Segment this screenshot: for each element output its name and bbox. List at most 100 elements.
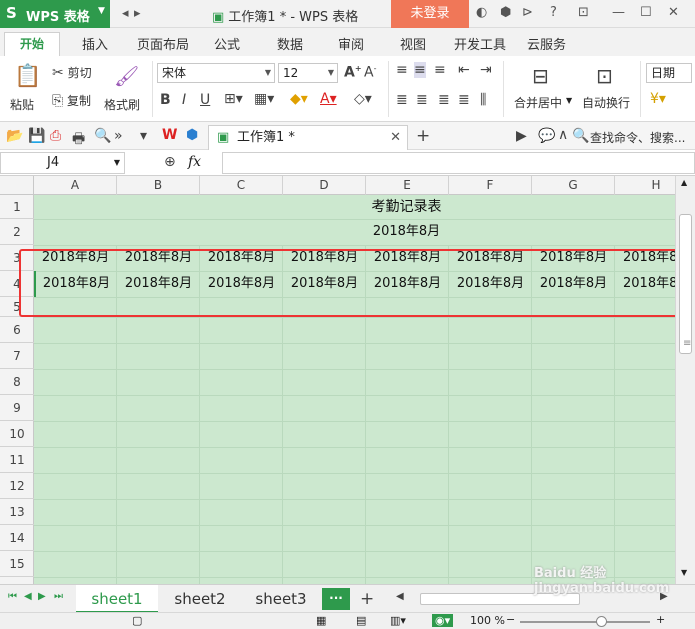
scroll-up-icon[interactable]: ▲ [681,178,687,187]
align-left-icon[interactable]: ≣ [396,92,408,108]
row-header[interactable]: 13 [0,499,34,525]
prev-sheet-icon[interactable]: ◀ [24,591,32,602]
date-cell[interactable]: 2018年8月 [283,271,366,297]
sheet-tab-2[interactable]: sheet2 [160,585,240,613]
column-header[interactable]: B [117,176,200,195]
close-icon[interactable]: ✕ [668,5,679,20]
date-cell[interactable]: 2018年8月 [200,245,283,271]
help-icon[interactable]: ? [550,5,557,20]
export-pdf-icon[interactable]: ⎙ [50,128,61,144]
tab-insert[interactable]: 插入 [82,34,108,53]
underline-icon[interactable]: U [200,92,210,108]
collapse-ribbon-icon[interactable]: ∧ [558,127,568,143]
cut-button[interactable]: ✂ 剪切 [52,64,92,81]
wps-menu-button[interactable]: S WPS 表格 ▼ [0,0,110,28]
open-folder-icon[interactable]: 📂 [6,128,23,144]
date-cell[interactable]: 2018年8月 [200,271,283,297]
row-header[interactable]: 12 [0,473,34,499]
distributed-icon[interactable]: ⫼ [480,92,486,108]
fill-pattern-icon[interactable]: ▦▾ [254,91,274,107]
indent-decrease-icon[interactable]: ⇤ [458,62,470,78]
zoom-out-icon[interactable]: − [506,613,515,626]
align-middle-icon[interactable]: ≡ [414,62,426,78]
tab-home[interactable]: 开始 [4,32,60,56]
font-color-icon[interactable]: A▾ [320,91,337,107]
column-header[interactable]: G [532,176,615,195]
date-cell[interactable]: 2018年8月 [283,245,366,271]
normal-view-icon[interactable]: ▦ [316,614,326,627]
page-layout-view-icon[interactable]: ▤ [356,614,366,627]
row-header[interactable]: 2 [0,219,34,245]
zoom-level[interactable]: 100 % [470,614,505,627]
number-format-select[interactable]: 日期 [646,63,692,83]
font-size-select[interactable]: 12 ▼ [278,63,338,83]
row-header[interactable]: 10 [0,421,34,447]
column-header[interactable]: D [283,176,366,195]
row-header[interactable]: 1 [0,195,34,219]
shrink-font-icon[interactable]: A- [364,64,376,81]
align-bottom-icon[interactable]: ≡ [434,62,446,78]
skin-icon[interactable]: ◐ [476,5,487,20]
zoom-lens-icon[interactable]: ⊕ [164,154,176,170]
date-cell[interactable]: 2018年8月 [34,271,117,297]
last-sheet-icon[interactable]: ⏭ [54,591,63,602]
feedback-icon[interactable]: 💬 [538,128,555,144]
next-sheet-icon[interactable]: ▶ [38,591,46,602]
paste-button[interactable]: 📋 粘贴 [8,62,48,118]
tab-developer[interactable]: 开发工具 [454,34,506,53]
grow-font-icon[interactable]: A+ [344,64,362,81]
tab-data[interactable]: 数据 [277,34,303,53]
date-cell[interactable]: 2018年8 [615,271,675,297]
left-arrow-icon[interactable]: ◂ [122,6,129,21]
maximize-icon[interactable]: ☐ [640,5,652,20]
spreadsheet-grid[interactable]: A B C D E F G H 1 2 3 4 5 6 7 8 9 10 11 … [0,176,675,584]
more-sheets-button[interactable]: ··· [322,588,350,610]
close-tab-icon[interactable]: ✕ [390,126,401,149]
border-icon[interactable]: ⊞▾ [224,91,243,107]
column-header[interactable]: C [200,176,283,195]
justify-icon[interactable]: ≣ [458,92,470,108]
customize-dropdown-icon[interactable]: ▾ [140,128,147,144]
clear-format-icon[interactable]: ◇▾ [354,91,372,107]
date-cell[interactable]: 2018年8月 [366,271,449,297]
sheet-tab-1[interactable]: sheet1 [76,585,158,613]
row-header[interactable]: 11 [0,447,34,473]
date-cell[interactable]: 2018年8月 [366,245,449,271]
row-header[interactable]: 15 [0,551,34,577]
format-painter-button[interactable]: 🖌 格式刷 [104,62,148,118]
copy-button[interactable]: ⎘ 复制 [52,92,91,109]
column-header[interactable]: A [34,176,117,195]
first-sheet-icon[interactable]: ⏮ [8,591,17,602]
print-preview-icon[interactable]: 🔍 [94,128,111,144]
align-top-icon[interactable]: ≡ [396,62,408,78]
date-cell[interactable]: 2018年8月 [449,271,532,297]
more-icon[interactable]: » [114,128,123,144]
restore-layout-icon[interactable]: ⊡ [578,5,589,20]
fx-icon[interactable]: fx [188,154,201,170]
column-header[interactable]: F [449,176,532,195]
row-header[interactable]: 5 [0,297,34,317]
select-all-corner[interactable] [0,176,34,195]
month-cell[interactable]: 2018年8月 [34,219,675,245]
split-handle-icon[interactable]: ≡ [683,338,691,349]
video-icon[interactable]: ▶ [516,128,527,144]
row-header[interactable]: 14 [0,525,34,551]
fill-color-icon[interactable]: ◆▾ [290,91,308,107]
merge-center-button[interactable]: ⊟ 合并居中 ▼ [510,62,576,118]
row-header[interactable]: 8 [0,369,34,395]
formula-input[interactable] [222,152,695,174]
zoom-in-icon[interactable]: + [656,613,665,626]
align-right-icon[interactable]: ≣ [438,92,450,108]
save-icon[interactable]: 💾 [28,128,45,144]
tab-cloud[interactable]: 云服务 [527,34,566,53]
vertical-scrollbar[interactable]: ▲ ≡ ▼ [675,176,695,584]
page-break-view-icon[interactable]: ▥▾ [390,614,406,627]
tab-view[interactable]: 视图 [400,34,426,53]
row-header[interactable]: 9 [0,395,34,421]
new-tab-icon[interactable]: + [416,126,430,146]
sheet-tab-3[interactable]: sheet3 [241,585,321,613]
zoom-slider[interactable] [520,621,650,623]
eye-protect-icon[interactable]: ◉▾ [432,614,454,627]
column-header[interactable]: E [366,176,449,195]
scroll-thumb[interactable] [679,214,692,354]
